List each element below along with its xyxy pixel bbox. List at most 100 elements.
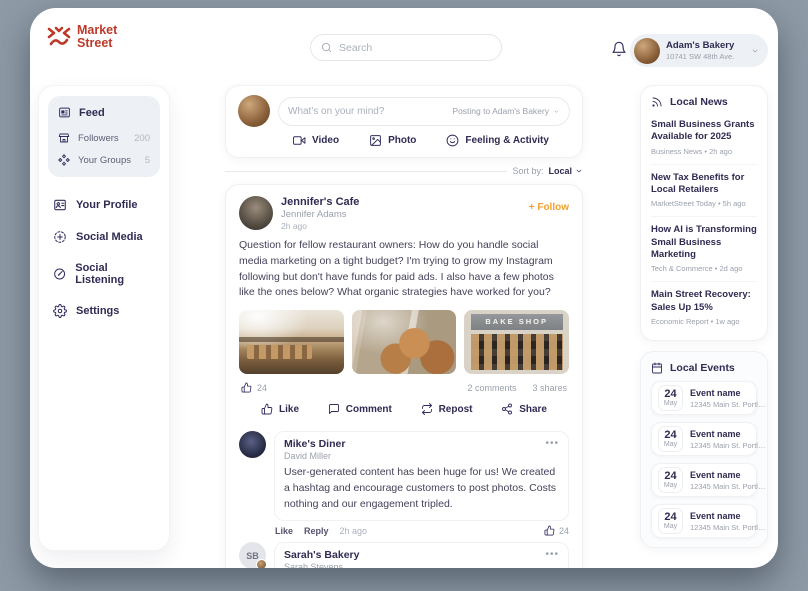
divider [225,171,507,172]
post-timestamp: 2h ago [281,221,359,231]
chevron-down-icon [575,167,583,175]
smiley-icon [446,134,459,147]
repost-icon [421,403,433,415]
shares-count[interactable]: 3 shares [532,383,567,393]
comment-business-name[interactable]: Mike's Diner [284,438,559,450]
search-bar[interactable] [310,34,502,61]
event-date: 24 May [658,508,683,534]
thumbs-up-icon [241,382,252,393]
comments-count[interactable]: 2 comments [467,383,516,393]
brand-name: Market Street [77,24,117,50]
bake-shop-sign: BAKE SHOP [471,314,563,330]
news-item[interactable]: How AI is Transforming Small Business Ma… [651,216,757,281]
post-photo-bakery-counter[interactable] [239,310,344,374]
sort-control: Sort by: Local [225,166,583,176]
post-photos: BAKE SHOP [239,310,569,374]
video-button[interactable]: Video [293,134,339,147]
comment-menu-button[interactable]: ••• [545,549,559,560]
post-card: Jennifer's Cafe Jennifer Adams 2h ago + … [225,184,583,568]
sidebar-item-your-groups[interactable]: Your Groups 5 [56,149,152,171]
chevron-down-icon [751,47,759,55]
feed-group: Feed Followers 200 Your Groups 5 [48,96,160,177]
event-item[interactable]: 24 May Event name 12345 Main St. Portlan… [651,504,757,538]
event-date: 24 May [658,385,683,411]
search-input[interactable] [339,42,491,54]
news-item[interactable]: Main Street Recovery: Sales Up 15% Econo… [651,281,757,334]
post-business-name[interactable]: Jennifer's Cafe [281,196,359,208]
account-avatar [634,38,660,64]
plus-circle-icon [53,230,67,244]
panel-title: Local News [670,96,728,108]
comment-avatar[interactable] [239,431,266,458]
bell-icon [611,41,627,57]
event-item[interactable]: 24 May Event name 12345 Main St. Portlan… [651,463,757,497]
share-button[interactable]: Share [501,403,547,415]
likes-count: 24 [257,383,267,393]
sidebar-item-feed[interactable]: Feed [56,104,152,127]
local-events-panel: Local Events 24 May Event name 12345 Mai… [640,351,768,548]
sidebar-item-social-media[interactable]: Social Media [48,221,160,253]
event-date: 24 May [658,467,683,493]
comment-bubble: Sarah's Bakery Sarah Stevens ••• Collabo… [274,542,569,568]
comment-likes[interactable]: 24 [544,525,569,536]
gear-icon [53,304,67,318]
post-actions: Like Comment Repost [239,395,569,425]
market-street-logo-icon [46,25,72,49]
comment-text: User-generated content has been huge for… [284,465,559,512]
sidebar: Feed Followers 200 Your Groups 5 Yo [38,85,170,551]
photo-button[interactable]: Photo [369,134,416,147]
comment-reply-button[interactable]: Reply [304,526,329,536]
account-switcher[interactable]: Adam's Bakery 10741 SW 48th Ave. [630,34,768,67]
notifications-button[interactable] [611,41,627,57]
post-photo-bread-display[interactable] [352,310,457,374]
comment-author-name: David Miller [284,451,559,461]
comment-like-button[interactable]: Like [275,526,293,536]
sort-label: Sort by: [512,166,543,176]
event-item[interactable]: 24 May Event name 12345 Main St. Portlan… [651,381,757,415]
comment-timestamp: 2h ago [340,526,368,536]
post-text: Question for fellow restaurant owners: H… [239,238,569,301]
right-rail: Local News Small Business Grants Availab… [640,85,768,548]
composer-input[interactable] [288,106,446,117]
post-author-avatar[interactable] [239,196,273,230]
post-photo-bake-shop[interactable]: BAKE SHOP [464,310,569,374]
comment-footer: Like Reply 2h ago 24 [275,525,569,536]
feed-column: Posting to Adam's Bakery Video Photo [225,85,583,568]
feeling-activity-button[interactable]: Feeling & Activity [446,134,549,147]
groups-icon [58,154,70,166]
follow-button[interactable]: + Follow [529,196,569,213]
comment-avatar[interactable]: SB [239,542,266,568]
sort-select[interactable]: Local [548,166,583,176]
comment-bubble: Mike's Diner David Miller ••• User-gener… [274,431,569,521]
profile-icon [53,198,67,212]
post-composer: Posting to Adam's Bakery Video Photo [225,85,583,158]
comment-thread: Mike's Diner David Miller ••• User-gener… [239,431,569,568]
sidebar-item-your-profile[interactable]: Your Profile [48,189,160,221]
brand-logo[interactable]: Market Street [46,24,117,50]
app-window: Market Street Adam's Bakery 10741 SW 48t… [30,8,778,568]
comment-button[interactable]: Comment [328,403,392,415]
comment-business-name[interactable]: Sarah's Bakery [284,549,559,561]
thumbs-up-icon [544,525,555,536]
comment-menu-button[interactable]: ••• [545,438,559,449]
repost-button[interactable]: Repost [421,403,473,415]
comment-author-name: Sarah Stevens [284,562,559,568]
sidebar-item-social-listening[interactable]: Social Listening [48,253,160,295]
thumbs-up-icon [261,403,273,415]
comment-bubble-icon [328,403,340,415]
posting-to-selector[interactable]: Posting to Adam's Bakery [452,106,560,116]
sidebar-item-settings[interactable]: Settings [48,295,160,327]
news-item[interactable]: New Tax Benefits for Local Retailers Mar… [651,164,757,217]
groups-count: 5 [145,155,150,166]
like-button[interactable]: Like [261,403,299,415]
composer-input-wrap[interactable]: Posting to Adam's Bakery [278,97,570,126]
sidebar-item-followers[interactable]: Followers 200 [56,127,152,149]
likes-count-wrap[interactable]: 24 [241,382,267,393]
share-icon [501,403,513,415]
event-item[interactable]: 24 May Event name 12345 Main St. Portlan… [651,422,757,456]
news-item[interactable]: Small Business Grants Available for 2025… [651,112,757,164]
photo-icon [369,134,382,147]
post-author-name: Jennifer Adams [281,209,359,220]
gauge-icon [53,267,66,281]
feed-icon [58,106,71,119]
